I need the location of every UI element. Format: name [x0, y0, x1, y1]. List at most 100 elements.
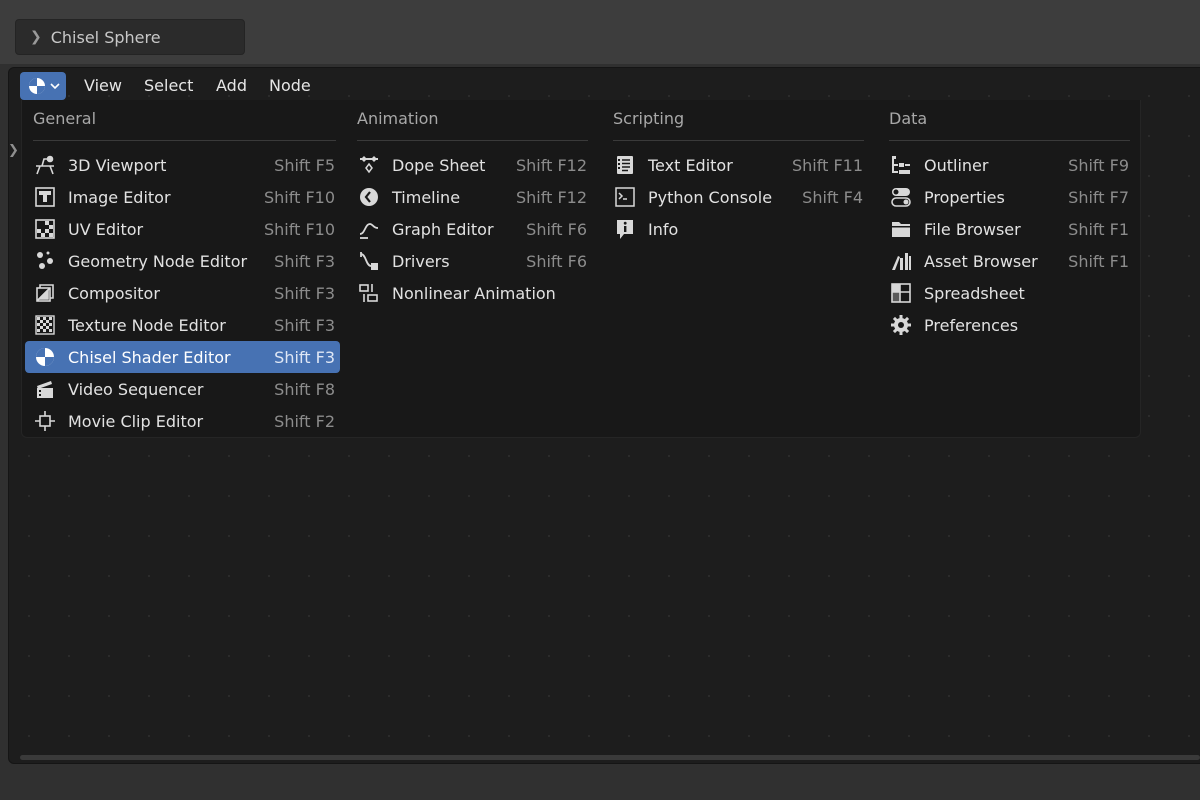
menu-item-graph-editor[interactable]: Graph Editor Shift F6 [349, 213, 592, 245]
menu-item-shortcut: Shift F7 [1068, 187, 1129, 207]
menu-item-shortcut: Shift F6 [526, 251, 587, 271]
menu-item-shortcut: Shift F3 [274, 347, 335, 367]
editor-type-button[interactable] [20, 72, 66, 100]
spreadsheet-icon [889, 281, 913, 305]
preferences-icon [889, 313, 913, 337]
chevron-right-icon: ❯ [30, 29, 42, 45]
menu-item-timeline[interactable]: Timeline Shift F12 [349, 181, 592, 213]
menu-item-shortcut: Shift F12 [515, 155, 587, 175]
menu-column-general: General 3D Viewport Shift F5 Image Edito… [22, 100, 342, 437]
object-panel-label: Chisel Sphere [50, 27, 161, 47]
menu-item-label: Text Editor [648, 155, 733, 175]
column-title: Data [889, 109, 928, 128]
horizontal-scrollbar[interactable] [20, 755, 1200, 760]
menu-item-movie-clip-editor[interactable]: Movie Clip Editor Shift F2 [25, 405, 340, 437]
menu-item-python-console[interactable]: Python Console Shift F4 [605, 181, 868, 213]
menu-item-shortcut: Shift F3 [274, 283, 335, 303]
menu-item-image-editor[interactable]: Image Editor Shift F10 [25, 181, 340, 213]
menu-item-label: Texture Node Editor [68, 315, 226, 335]
menu-column-animation: Animation Dope Sheet Shift F12 Timeline … [346, 100, 594, 309]
menu-item-label: Compositor [68, 283, 160, 303]
timeline-icon [357, 185, 381, 209]
menu-item-uv-editor[interactable]: UV Editor Shift F10 [25, 213, 340, 245]
menu-item-outliner[interactable]: Outliner Shift F9 [881, 149, 1134, 181]
menu-item-shortcut: Shift F11 [791, 155, 863, 175]
menu-item-label: Dope Sheet [392, 155, 486, 175]
shader-editor-icon [33, 345, 57, 369]
status-bar [0, 764, 1200, 800]
column-separator [33, 140, 336, 141]
menu-item-texture-node-editor[interactable]: Texture Node Editor Shift F3 [25, 309, 340, 341]
menu-item-label: Outliner [924, 155, 989, 175]
menu-select[interactable]: Select [144, 74, 193, 98]
image-editor-icon [33, 185, 57, 209]
menu-item-shortcut: Shift F2 [274, 411, 335, 431]
menu-item-label: Image Editor [68, 187, 171, 207]
editor-type-menu: General 3D Viewport Shift F5 Image Edito… [21, 100, 1141, 438]
shader-editor-icon [27, 76, 47, 96]
menu-item-geometry-node-editor[interactable]: Geometry Node Editor Shift F3 [25, 245, 340, 277]
menu-column-scripting: Scripting Text Editor Shift F11 Python C… [602, 100, 870, 245]
menu-item-label: 3D Viewport [68, 155, 167, 175]
menu-item-drivers[interactable]: Drivers Shift F6 [349, 245, 592, 277]
menu-item-label: Timeline [392, 187, 461, 207]
python-console-icon [613, 185, 637, 209]
properties-icon [889, 185, 913, 209]
menu-item-info[interactable]: Info [605, 213, 868, 245]
movie-clip-icon [33, 409, 57, 433]
dope-sheet-icon [357, 153, 381, 177]
chevron-down-icon [49, 82, 60, 90]
column-separator [889, 140, 1130, 141]
menu-item-label: Python Console [648, 187, 773, 207]
compositor-icon [33, 281, 57, 305]
graph-editor-icon [357, 217, 381, 241]
menu-item-label: UV Editor [68, 219, 144, 239]
menu-item-nonlinear-animation[interactable]: Nonlinear Animation [349, 277, 592, 309]
viewport-3d-icon [33, 153, 57, 177]
menu-item-properties[interactable]: Properties Shift F7 [881, 181, 1134, 213]
menu-item-preferences[interactable]: Preferences [881, 309, 1134, 341]
menu-item-shortcut: Shift F1 [1068, 251, 1129, 271]
column-title: Animation [357, 109, 439, 128]
menu-item-shortcut: Shift F10 [263, 219, 335, 239]
menu-item-label: Info [648, 219, 679, 239]
menu-item-chisel-shader-editor[interactable]: Chisel Shader Editor Shift F3 [25, 341, 340, 373]
menu-item-label: Properties [924, 187, 1005, 207]
texture-node-icon [33, 313, 57, 337]
menu-item-shortcut: Shift F4 [802, 187, 863, 207]
file-browser-icon [889, 217, 913, 241]
menu-item-asset-browser[interactable]: Asset Browser Shift F1 [881, 245, 1134, 277]
geometry-nodes-icon [33, 249, 57, 273]
menu-item-shortcut: Shift F9 [1068, 155, 1129, 175]
asset-browser-icon [889, 249, 913, 273]
menu-item-video-sequencer[interactable]: Video Sequencer Shift F8 [25, 373, 340, 405]
menu-item-label: Drivers [392, 251, 450, 271]
menu-item-label: Spreadsheet [924, 283, 1025, 303]
object-panel[interactable]: ❯ Chisel Sphere [15, 19, 245, 55]
menu-item-3d-viewport[interactable]: 3D Viewport Shift F5 [25, 149, 340, 181]
menu-item-label: Preferences [924, 315, 1019, 335]
menu-item-label: File Browser [924, 219, 1021, 239]
menu-item-text-editor[interactable]: Text Editor Shift F11 [605, 149, 868, 181]
menu-view[interactable]: View [84, 74, 122, 98]
sidebar-toggle-icon[interactable]: ❯ [8, 143, 19, 158]
menu-item-file-browser[interactable]: File Browser Shift F1 [881, 213, 1134, 245]
drivers-icon [357, 249, 381, 273]
menu-node[interactable]: Node [269, 74, 311, 98]
menu-item-compositor[interactable]: Compositor Shift F3 [25, 277, 340, 309]
menu-item-shortcut: Shift F8 [274, 379, 335, 399]
menu-item-shortcut: Shift F3 [274, 315, 335, 335]
menu-item-label: Video Sequencer [68, 379, 204, 399]
menu-item-label: Asset Browser [924, 251, 1038, 271]
menu-item-label: Graph Editor [392, 219, 494, 239]
uv-editor-icon [33, 217, 57, 241]
column-separator [613, 140, 864, 141]
menu-item-dope-sheet[interactable]: Dope Sheet Shift F12 [349, 149, 592, 181]
column-separator [357, 140, 588, 141]
menu-item-shortcut: Shift F6 [526, 219, 587, 239]
text-editor-icon [613, 153, 637, 177]
column-title: General [33, 109, 97, 128]
menu-item-label: Nonlinear Animation [392, 283, 556, 303]
menu-item-spreadsheet[interactable]: Spreadsheet [881, 277, 1134, 309]
menu-add[interactable]: Add [216, 74, 247, 98]
